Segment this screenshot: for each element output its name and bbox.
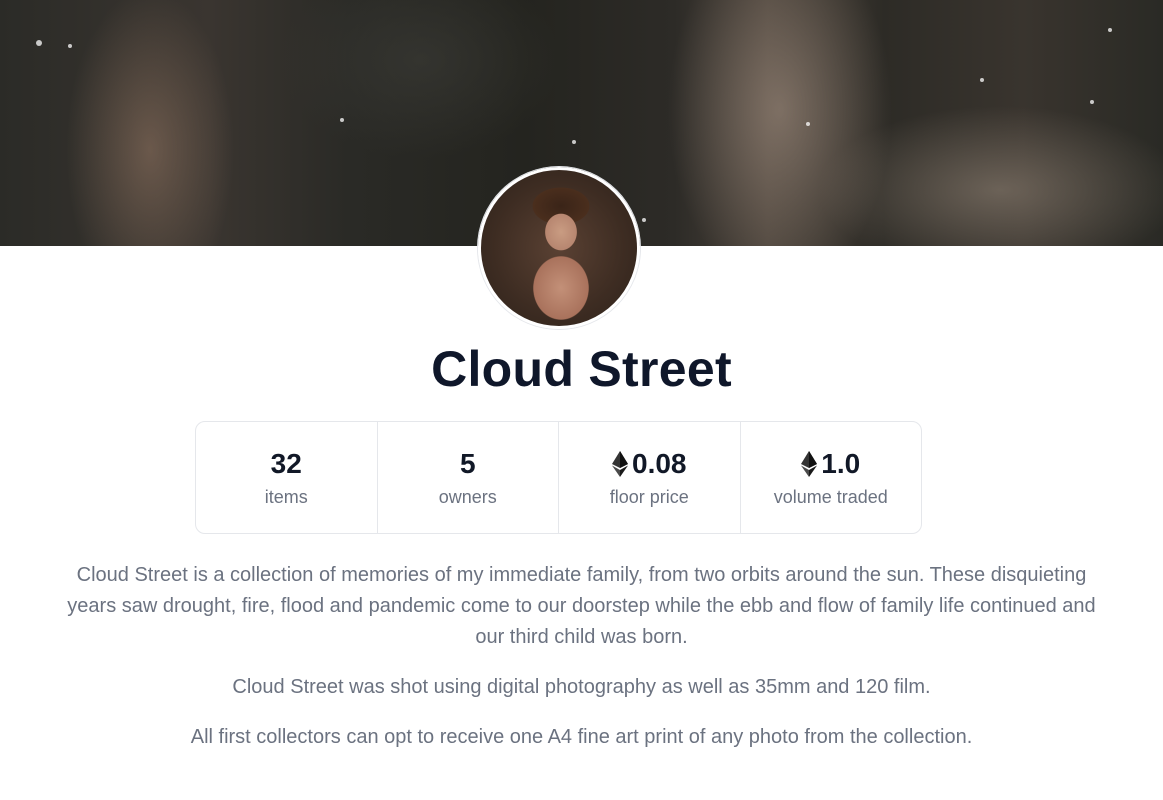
stat-floor-price-value: 0.08 <box>632 448 687 479</box>
banner-speck <box>806 122 810 126</box>
collection-title: Cloud Street <box>431 341 732 397</box>
stat-volume-traded-label: volume traded <box>773 487 888 507</box>
stat-owners-value: 5 <box>459 448 476 479</box>
banner-speck <box>68 44 72 48</box>
stat-floor-price-label: floor price <box>609 487 689 507</box>
stat-owners-label: owners <box>438 487 497 507</box>
stat-value: 1.0 <box>801 447 860 481</box>
banner-speck <box>980 78 984 82</box>
collection-avatar <box>478 167 640 329</box>
stat-value: 5 <box>460 447 476 481</box>
banner-speck <box>642 218 646 222</box>
banner-speck <box>572 140 576 144</box>
stat-items-label: items <box>264 487 308 507</box>
stat-volume-traded[interactable]: 1.0 volume traded <box>741 422 922 533</box>
ethereum-icon <box>801 451 818 477</box>
banner-speck <box>1090 100 1094 104</box>
description-paragraph: Cloud Street is a collection of memories… <box>67 564 1096 648</box>
stat-items[interactable]: 32 items <box>196 422 378 533</box>
stat-volume-traded-value: 1.0 <box>821 448 861 479</box>
stat-value: 32 <box>271 447 302 481</box>
stat-items-value: 32 <box>270 448 302 479</box>
stat-value: 0.08 <box>612 447 687 481</box>
stat-floor-price[interactable]: 0.08 floor price <box>559 422 741 533</box>
description-paragraph: Cloud Street was shot using digital phot… <box>232 676 931 698</box>
banner-speck <box>1108 28 1112 32</box>
description-paragraph: All first collectors can opt to receive … <box>190 726 973 748</box>
stat-owners[interactable]: 5 owners <box>378 422 559 533</box>
banner-speck <box>340 118 344 122</box>
banner-speck <box>36 40 42 46</box>
collection-stats: 32 items 5 owners 0.08 floor price 1.0 v… <box>195 421 922 534</box>
collection-description: Cloud Street is a collection of memories… <box>60 560 1103 772</box>
ethereum-icon <box>612 451 628 477</box>
